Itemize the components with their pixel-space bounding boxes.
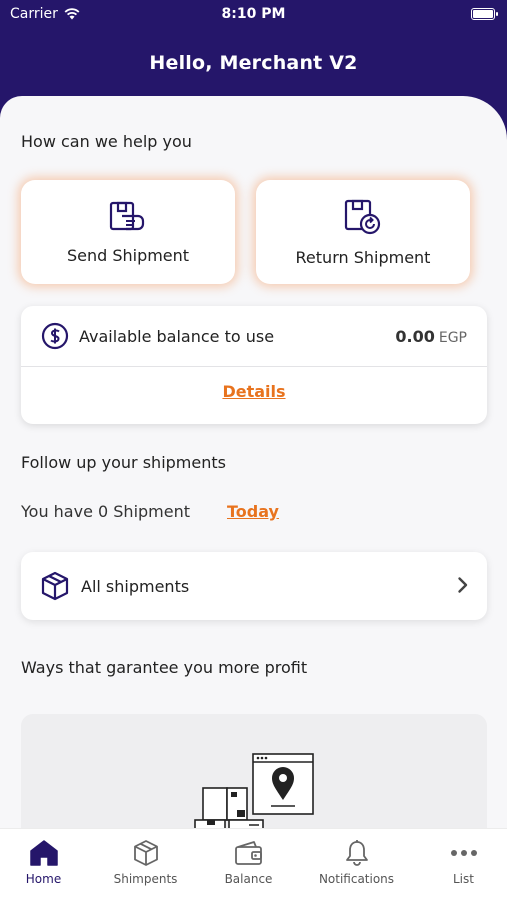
tab-list[interactable]: List [413,829,507,900]
more-icon [450,850,477,856]
return-shipment-button[interactable]: Return Shipment [256,180,470,284]
balance-amount: 0.00 EGP [395,327,467,346]
return-shipment-icon [344,199,381,234]
send-shipment-button[interactable]: Send Shipment [21,180,235,284]
balance-label: Available balance to use [79,326,275,346]
battery-icon [471,8,498,20]
send-shipment-label: Send Shipment [66,245,190,265]
tab-shipments[interactable]: Shimpents [95,829,196,900]
box-icon [41,571,69,601]
divider [21,366,487,367]
balance-row: Available balance to use 0.00 EGP [21,306,487,366]
balance-card: Available balance to use 0.00 EGP Details [21,306,487,424]
help-section-title: How can we help you [21,132,192,151]
tab-notifications-label: Notifications [318,872,395,886]
tab-balance-label: Balance [224,872,273,886]
all-shipments-button[interactable]: All shipments [21,552,487,620]
today-link[interactable]: Today [227,502,279,521]
main-content: How can we help you Send Shipment Return… [0,96,507,900]
balance-currency: EGP [438,329,467,346]
tab-list-label: List [453,872,474,886]
box-icon [133,840,158,866]
tab-shipments-label: Shimpents [113,872,178,886]
tab-bar: Home Shimpents Balance Notifications Lis… [0,828,507,900]
bell-icon [345,840,368,866]
all-shipments-label: All shipments [81,576,190,596]
tab-notifications[interactable]: Notifications [306,829,407,900]
followup-section-title: Follow up your shipments [21,453,226,472]
delivery-illustration [194,753,314,842]
page-title: Hello, Merchant V2 [149,52,358,74]
tab-home[interactable]: Home [0,829,94,900]
details-link[interactable]: Details [21,382,487,401]
home-icon [29,840,58,866]
profit-section-title: Ways that garantee you more profit [21,658,308,677]
shipments-count: You have 0 Shipment [21,502,191,521]
tab-home-label: Home [25,872,62,886]
send-shipment-icon [109,201,145,230]
tab-balance[interactable]: Balance [198,829,299,900]
balance-value: 0.00 [395,326,435,346]
status-bar: Carrier 8:10 PM [0,0,507,28]
return-shipment-label: Return Shipment [295,247,431,267]
wallet-icon [234,841,262,865]
chevron-right-icon [458,577,468,593]
status-time: 8:10 PM [221,6,286,22]
dollar-icon [41,322,69,350]
